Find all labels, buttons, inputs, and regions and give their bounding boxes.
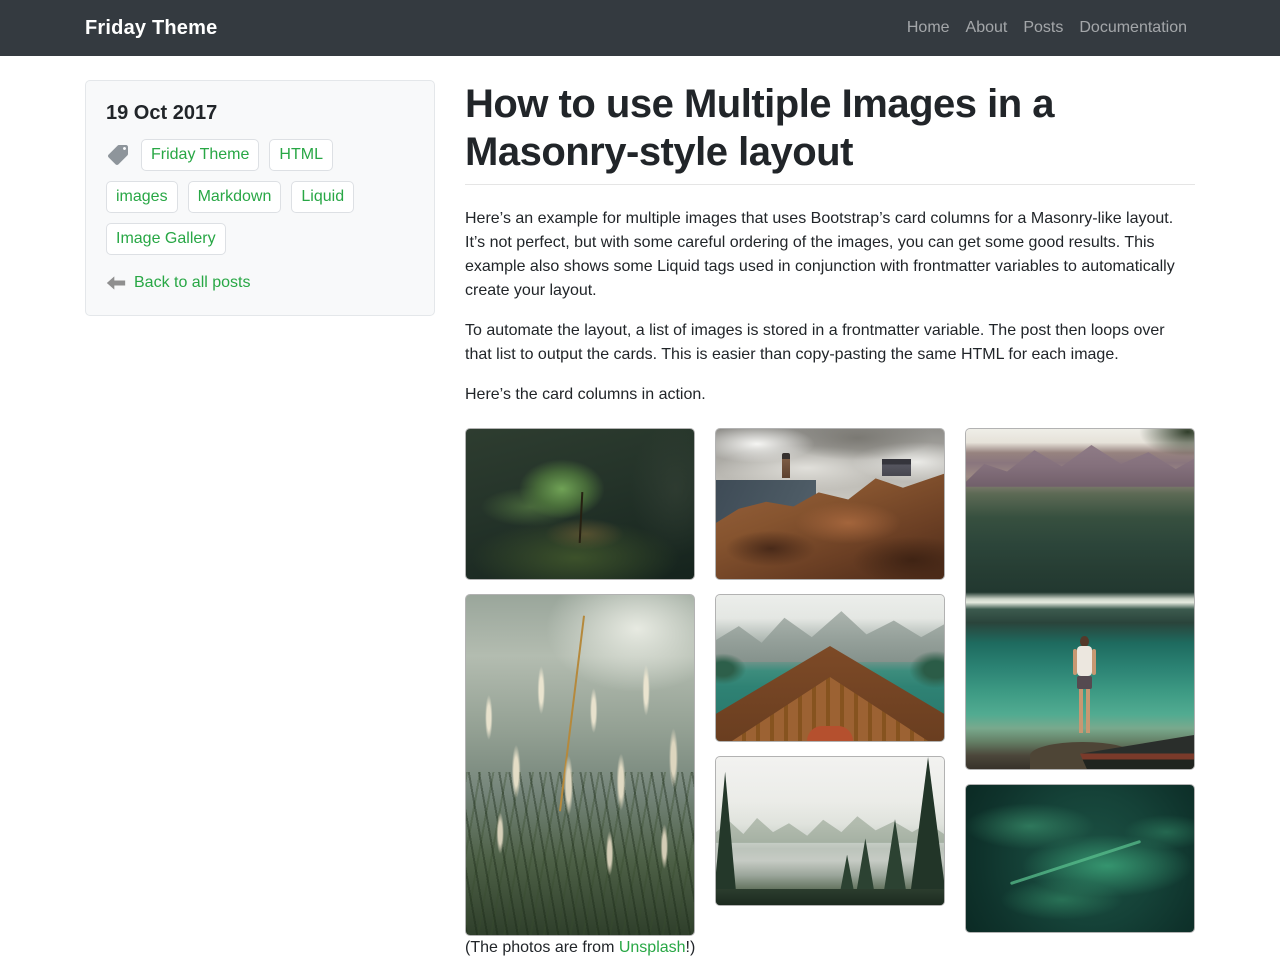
tag-icon bbox=[106, 143, 130, 167]
credit-text-suffix: !) bbox=[686, 939, 696, 956]
gallery-column-2 bbox=[715, 428, 945, 936]
article-paragraph-1: Here’s an example for multiple images th… bbox=[465, 207, 1195, 303]
sidebar: 19 Oct 2017 Friday Theme HTML images Mar… bbox=[70, 80, 450, 316]
navbar: Friday Theme Home About Posts Documentat… bbox=[0, 0, 1280, 56]
back-to-posts-link[interactable]: Back to all posts bbox=[134, 271, 251, 295]
title-divider bbox=[465, 184, 1195, 185]
gallery-column-1 bbox=[465, 428, 695, 936]
photo-card-rocky-coast-lighthouse bbox=[715, 428, 945, 580]
photo-card-foxtail-grass bbox=[465, 594, 695, 936]
photo-card-forest-sapling bbox=[465, 428, 695, 580]
article: How to use Multiple Images in a Masonry-… bbox=[450, 80, 1210, 960]
back-row: Back to all posts bbox=[106, 271, 414, 295]
nav-link-posts[interactable]: Posts bbox=[1015, 11, 1071, 45]
forest-sapling-photo bbox=[466, 429, 694, 579]
arrow-left-icon bbox=[106, 275, 126, 291]
gallery-column-3 bbox=[965, 428, 1195, 936]
photo-card-foggy-lake-forest bbox=[715, 756, 945, 906]
tag-markdown[interactable]: Markdown bbox=[188, 181, 282, 213]
photo-card-fern-leaves bbox=[965, 784, 1195, 933]
page-container: 19 Oct 2017 Friday Theme HTML images Mar… bbox=[70, 56, 1210, 960]
tag-liquid[interactable]: Liquid bbox=[291, 181, 354, 213]
photo-card-mountain-lake-girl bbox=[965, 428, 1195, 770]
credit-text-prefix: (The photos are from bbox=[465, 939, 619, 956]
boat-on-lake-photo bbox=[716, 595, 944, 741]
foxtail-grass-photo bbox=[466, 595, 694, 935]
rocky-coast-photo bbox=[716, 429, 944, 579]
tag-html[interactable]: HTML bbox=[269, 139, 333, 171]
tag-list: Friday Theme HTML images Markdown Liquid… bbox=[106, 139, 414, 255]
tag-image-gallery[interactable]: Image Gallery bbox=[106, 223, 226, 255]
nav-menu: Home About Posts Documentation bbox=[899, 11, 1195, 45]
mountain-lake-girl-photo bbox=[966, 429, 1194, 769]
unsplash-link[interactable]: Unsplash bbox=[619, 939, 686, 956]
nav-link-about[interactable]: About bbox=[958, 11, 1016, 45]
fern-leaves-photo bbox=[966, 785, 1194, 932]
article-paragraph-2: To automate the layout, a list of images… bbox=[465, 319, 1195, 367]
brand-link[interactable]: Friday Theme bbox=[85, 17, 217, 40]
tag-friday-theme[interactable]: Friday Theme bbox=[141, 139, 259, 171]
article-paragraph-3: Here’s the card columns in action. bbox=[465, 383, 1195, 407]
image-gallery bbox=[465, 428, 1195, 936]
nav-link-home[interactable]: Home bbox=[899, 11, 958, 45]
foggy-lake-photo bbox=[716, 757, 944, 905]
photo-card-boat-on-lake bbox=[715, 594, 945, 742]
photo-credit: (The photos are from Unsplash!) bbox=[465, 936, 1195, 960]
page-title: How to use Multiple Images in a Masonry-… bbox=[465, 80, 1195, 176]
tag-images[interactable]: images bbox=[106, 181, 178, 213]
nav-link-documentation[interactable]: Documentation bbox=[1071, 11, 1195, 45]
post-meta-card: 19 Oct 2017 Friday Theme HTML images Mar… bbox=[85, 80, 435, 316]
post-date: 19 Oct 2017 bbox=[106, 101, 414, 125]
